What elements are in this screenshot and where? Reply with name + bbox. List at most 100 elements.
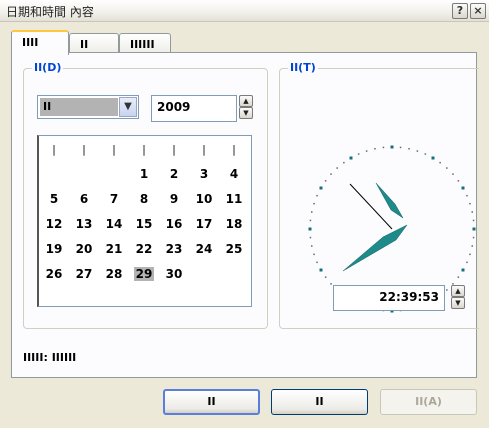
clock-minute-tick	[472, 219, 475, 222]
clock-minute-tick	[309, 236, 312, 239]
calendar-day[interactable]: 8	[129, 192, 159, 206]
clock-minute-tick	[316, 194, 318, 197]
calendar-day[interactable]: 15	[129, 217, 159, 231]
calendar-day[interactable]: 13	[69, 217, 99, 231]
help-button[interactable]: ?	[452, 3, 468, 19]
calendar-day[interactable]: 27	[69, 267, 99, 281]
calendar-day[interactable]: 3	[189, 167, 219, 181]
clock-minute-tick	[311, 211, 313, 213]
calendar-day[interactable]: 2	[159, 167, 189, 181]
clock-minute-tick	[324, 276, 327, 278]
second-hand	[349, 183, 393, 230]
weekday-header: |	[171, 143, 177, 156]
calendar-day[interactable]: 24	[189, 242, 219, 256]
clock-minute-tick	[313, 202, 315, 205]
clock-minute-tick	[343, 161, 345, 164]
calendar-day[interactable]: 12	[39, 217, 69, 231]
calendar-day[interactable]: 19	[39, 242, 69, 256]
year-spin-up-icon[interactable]: ▲	[239, 95, 253, 107]
window-title: 日期和時間 內容	[6, 5, 94, 19]
clock-minute-tick	[471, 211, 473, 213]
clock-minute-tick	[457, 180, 460, 182]
clock-minute-tick	[472, 236, 475, 239]
year-spin-down-icon[interactable]: ▼	[239, 107, 253, 119]
weekday-header: |	[51, 143, 57, 156]
weekday-header: |	[81, 143, 87, 156]
weekday-header: |	[141, 143, 147, 156]
clock-minute-tick	[357, 153, 360, 155]
chevron-down-icon[interactable]: ▼	[119, 97, 137, 117]
clock-minute-tick	[336, 167, 338, 169]
calendar-day[interactable]: 5	[39, 192, 69, 206]
clock-hour-tick	[308, 227, 312, 231]
timezone-text: IIIII: IIIIII	[23, 351, 77, 364]
calendar-day[interactable]: 1	[129, 167, 159, 181]
clock-hour-tick	[349, 156, 353, 160]
calendar-day[interactable]: 23	[159, 242, 189, 256]
clock-hour-tick	[461, 268, 465, 272]
calendar-day[interactable]: 18	[219, 217, 249, 231]
calendar-day[interactable]: 25	[219, 242, 249, 256]
clock-minute-tick	[457, 276, 460, 278]
calendar-day[interactable]: 7	[99, 192, 129, 206]
clock-minute-tick	[324, 180, 327, 182]
cancel-button[interactable]: II	[271, 389, 368, 415]
month-select-value: II	[40, 98, 118, 116]
clock-minute-tick	[471, 245, 473, 247]
clock-minute-tick	[466, 194, 468, 197]
clock-minute-tick	[330, 283, 332, 285]
clock-hour-tick	[390, 145, 394, 149]
clock-hour-tick	[472, 227, 476, 231]
clock-minute-tick	[330, 173, 332, 175]
apply-button[interactable]: II(A)	[380, 389, 477, 415]
clock-minute-tick	[446, 289, 448, 291]
clock-minute-tick	[309, 219, 312, 222]
clock-minute-tick	[316, 261, 318, 264]
clock-hour-tick	[431, 156, 435, 160]
clock-minute-tick	[365, 150, 368, 152]
calendar-day[interactable]: 6	[69, 192, 99, 206]
calendar-day[interactable]: 11	[219, 192, 249, 206]
clock-minute-tick	[399, 146, 402, 149]
calendar-day-selected[interactable]: 29	[134, 267, 154, 281]
clock-minute-tick	[416, 150, 419, 152]
year-input[interactable]: 2009	[151, 95, 237, 122]
calendar-day[interactable]: 14	[99, 217, 129, 231]
calendar-day[interactable]: 28	[99, 267, 129, 281]
clock-minute-tick	[382, 146, 385, 149]
clock-minute-tick	[408, 148, 410, 150]
weekday-header: |	[231, 143, 237, 156]
clock-minute-tick	[424, 153, 427, 155]
calendar-day[interactable]: 4	[219, 167, 249, 181]
weekday-header: |	[111, 143, 117, 156]
tab-panel: II(D) II ▼ 2009 ▲ ▼ | | | | | | | 1 2 3 …	[11, 52, 479, 378]
calendar-day[interactable]: 21	[99, 242, 129, 256]
clock-minute-tick	[439, 161, 441, 164]
minute-hand	[342, 224, 408, 272]
clock-minute-tick	[374, 148, 376, 150]
clock-minute-tick	[466, 261, 468, 264]
clock-hour-tick	[461, 186, 465, 190]
clock-minute-tick	[469, 253, 471, 256]
calendar-day[interactable]: 26	[39, 267, 69, 281]
clock-minute-tick	[452, 173, 454, 175]
calendar-day[interactable]: 16	[159, 217, 189, 231]
calendar-day[interactable]: 9	[159, 192, 189, 206]
close-button[interactable]: ×	[470, 3, 486, 19]
month-select[interactable]: II ▼	[37, 95, 139, 119]
ok-button[interactable]: II	[163, 389, 260, 415]
calendar-grid: | | | | | | | 1 2 3 4 5 6 7 8 9 10 11 12	[37, 135, 252, 307]
calendar-day[interactable]: 10	[189, 192, 219, 206]
calendar-day[interactable]: 22	[129, 242, 159, 256]
date-group-label: II(D)	[32, 61, 64, 74]
time-input[interactable]: 22:39:53	[333, 285, 445, 311]
time-spin-down-icon[interactable]: ▼	[451, 297, 465, 309]
hour-hand	[375, 182, 404, 219]
time-group-label: II(T)	[288, 61, 318, 74]
time-spin-up-icon[interactable]: ▲	[451, 285, 465, 297]
calendar-day[interactable]: 17	[189, 217, 219, 231]
tab-date-time[interactable]: IIII	[11, 30, 69, 55]
calendar-day[interactable]: 20	[69, 242, 99, 256]
calendar-day[interactable]: 30	[159, 267, 189, 281]
clock-minute-tick	[311, 245, 313, 247]
